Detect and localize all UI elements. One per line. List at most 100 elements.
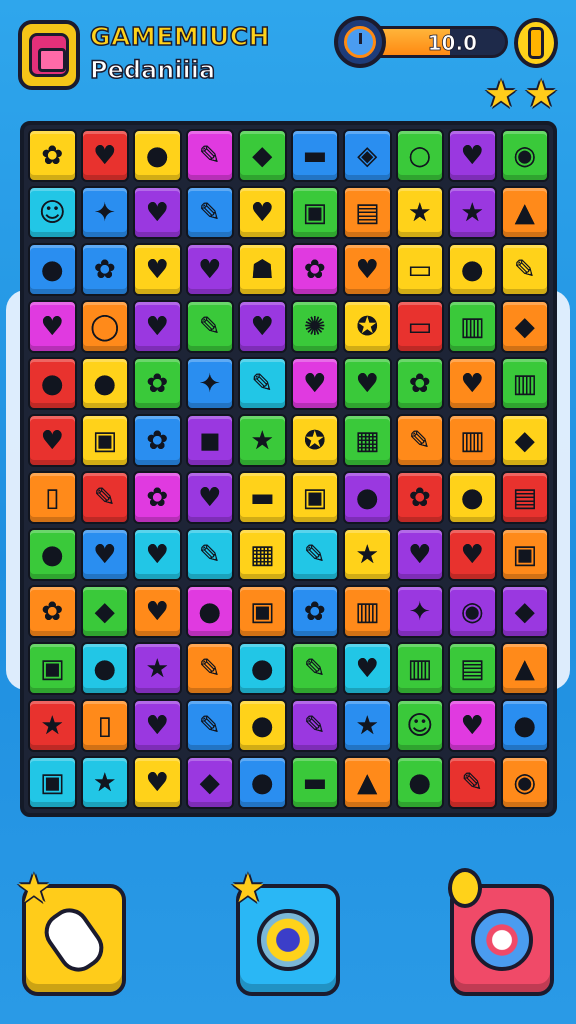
tile-cyan[interactable]: ● <box>238 642 287 695</box>
tile-blue[interactable]: ★ <box>343 699 392 752</box>
tile-red[interactable]: ♥ <box>80 129 129 182</box>
tile-green[interactable]: ◆ <box>80 585 129 638</box>
tile-yellow[interactable]: ● <box>133 129 182 182</box>
tile-green[interactable]: ▥ <box>448 300 497 353</box>
tile-orange[interactable]: ▣ <box>238 585 287 638</box>
tile-red[interactable]: ▭ <box>395 300 444 353</box>
tile-orange[interactable]: ▲ <box>343 756 392 809</box>
tile-purple[interactable]: ◼ <box>185 414 234 467</box>
tile-cyan[interactable]: ● <box>80 642 129 695</box>
tile-orange[interactable]: ✿ <box>28 585 77 638</box>
tile-orange[interactable]: ♥ <box>133 585 182 638</box>
tile-red[interactable]: ♥ <box>28 414 77 467</box>
tile-cyan[interactable]: ★ <box>80 756 129 809</box>
tile-yellow[interactable]: ▦ <box>238 528 287 581</box>
tile-blue[interactable]: ✦ <box>185 357 234 410</box>
tile-orange[interactable]: ▥ <box>343 585 392 638</box>
tile-yellow[interactable]: ✪ <box>290 414 339 467</box>
tile-green[interactable]: ▣ <box>28 642 77 695</box>
tile-orange[interactable]: ▲ <box>500 186 549 239</box>
tile-magenta[interactable]: ✿ <box>290 243 339 296</box>
tile-magenta[interactable]: ♥ <box>448 699 497 752</box>
tile-purple[interactable]: ◆ <box>185 756 234 809</box>
tile-yellow[interactable]: ♥ <box>133 243 182 296</box>
tile-green[interactable]: ▤ <box>448 642 497 695</box>
tile-blue[interactable]: ▬ <box>290 129 339 182</box>
tile-green[interactable]: ★ <box>238 414 287 467</box>
tile-blue[interactable]: ✎ <box>185 186 234 239</box>
tile-green[interactable]: ✿ <box>395 357 444 410</box>
tile-green[interactable]: ▥ <box>395 642 444 695</box>
tile-green[interactable]: ▣ <box>290 186 339 239</box>
tile-magenta[interactable]: ✿ <box>133 471 182 524</box>
tile-yellow[interactable]: ✎ <box>500 243 549 296</box>
tile-purple[interactable]: ◆ <box>500 585 549 638</box>
tile-red[interactable]: ● <box>28 357 77 410</box>
tile-yellow[interactable]: ▣ <box>80 414 129 467</box>
tile-cyan[interactable]: ▣ <box>28 756 77 809</box>
tile-green[interactable]: ○ <box>395 129 444 182</box>
tile-green[interactable]: ✎ <box>185 300 234 353</box>
tile-magenta[interactable]: ✎ <box>185 129 234 182</box>
tile-orange[interactable]: ♥ <box>448 357 497 410</box>
tile-orange[interactable]: ✎ <box>395 414 444 467</box>
tile-purple[interactable]: ♥ <box>185 471 234 524</box>
tile-blue[interactable]: ✎ <box>185 699 234 752</box>
hammer-powerup-button[interactable]: ★ <box>16 866 126 996</box>
tile-purple[interactable]: ✦ <box>395 585 444 638</box>
tile-green[interactable]: ✿ <box>133 357 182 410</box>
tile-cyan[interactable]: ✎ <box>185 528 234 581</box>
tile-purple[interactable]: ★ <box>448 186 497 239</box>
bomb-powerup-button[interactable]: ★ <box>230 866 340 996</box>
tile-yellow[interactable]: ♥ <box>238 186 287 239</box>
tile-green[interactable]: ☺ <box>395 699 444 752</box>
tile-orange[interactable]: ◆ <box>500 300 549 353</box>
tile-blue[interactable]: ● <box>238 756 287 809</box>
tile-purple[interactable]: ♥ <box>185 243 234 296</box>
shuffle-powerup-button[interactable] <box>448 868 554 996</box>
tile-red[interactable]: ★ <box>28 699 77 752</box>
tile-purple[interactable]: ● <box>343 471 392 524</box>
tile-red[interactable]: ▤ <box>500 471 549 524</box>
tile-green[interactable]: ▬ <box>290 756 339 809</box>
tile-green[interactable]: ▥ <box>500 357 549 410</box>
tile-red[interactable]: ♥ <box>448 528 497 581</box>
tile-orange[interactable]: ▲ <box>500 642 549 695</box>
tile-red[interactable]: ✎ <box>80 471 129 524</box>
tile-yellow[interactable]: ▬ <box>238 471 287 524</box>
tile-cyan[interactable]: ♥ <box>343 642 392 695</box>
tile-blue[interactable]: ● <box>500 699 549 752</box>
tile-purple[interactable]: ♥ <box>448 129 497 182</box>
tile-purple[interactable]: ♥ <box>395 528 444 581</box>
tile-yellow[interactable]: ▣ <box>290 471 339 524</box>
tile-blue[interactable]: ◈ <box>343 129 392 182</box>
tile-yellow[interactable]: ★ <box>343 528 392 581</box>
tile-magenta[interactable]: ♥ <box>28 300 77 353</box>
tile-purple[interactable]: ♥ <box>238 300 287 353</box>
tile-yellow[interactable]: ★ <box>395 186 444 239</box>
tile-purple[interactable]: ★ <box>133 642 182 695</box>
tile-orange[interactable]: ▤ <box>343 186 392 239</box>
tile-purple[interactable]: ♥ <box>133 186 182 239</box>
tile-green[interactable]: ▦ <box>343 414 392 467</box>
tile-purple[interactable]: ♥ <box>133 300 182 353</box>
tile-blue[interactable]: ✿ <box>133 414 182 467</box>
tile-green[interactable]: ✎ <box>290 642 339 695</box>
tile-blue[interactable]: ♥ <box>80 528 129 581</box>
tile-yellow[interactable]: ◆ <box>500 414 549 467</box>
tile-orange[interactable]: ♥ <box>343 243 392 296</box>
tile-green[interactable]: ◉ <box>500 129 549 182</box>
tile-cyan[interactable]: ♥ <box>133 528 182 581</box>
tile-magenta[interactable]: ♥ <box>290 357 339 410</box>
tile-yellow[interactable]: ● <box>80 357 129 410</box>
tile-green[interactable]: ♥ <box>343 357 392 410</box>
tile-cyan[interactable]: ☺ <box>28 186 77 239</box>
tile-orange[interactable]: ▯ <box>80 699 129 752</box>
tile-yellow[interactable]: ● <box>448 243 497 296</box>
tile-orange[interactable]: ▯ <box>28 471 77 524</box>
tile-yellow[interactable]: ✪ <box>343 300 392 353</box>
gift-box-icon[interactable] <box>18 20 80 90</box>
tile-blue[interactable]: ✿ <box>290 585 339 638</box>
tile-red[interactable]: ✎ <box>448 756 497 809</box>
tile-cyan[interactable]: ✎ <box>290 528 339 581</box>
